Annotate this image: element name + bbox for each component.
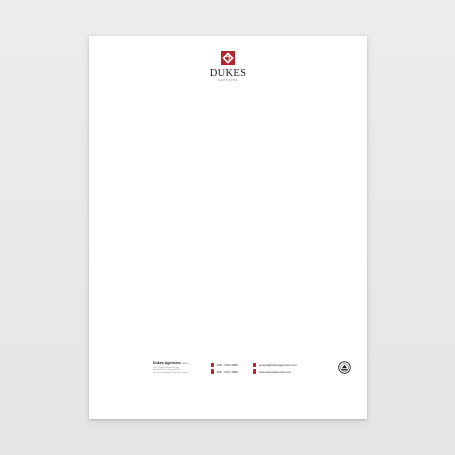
phone-number: 028 - 7033 2589 <box>216 362 238 367</box>
certification-seal-icon <box>338 361 351 374</box>
company-logo: DUKES AGENCIES <box>198 50 258 82</box>
phone-number: 028 - 7021 2589 <box>216 369 238 374</box>
company-block: Dukes AgenciesLIMITED Unit 4 Dukes Busin… <box>153 361 205 375</box>
company-reg: LIMITED <box>181 363 189 365</box>
website-url: www.dukesagencies.com <box>258 369 292 374</box>
address-line: County Londonderry, Northern Ireland <box>153 372 188 375</box>
web-item: general@dukesagencies.com <box>253 362 297 368</box>
phone-item: 028 - 7021 2589 <box>211 369 238 375</box>
web-item: www.dukesagencies.com <box>253 369 297 375</box>
diamond-emblem-icon <box>221 51 235 65</box>
phone-list: 028 - 7033 2589 028 - 7021 2589 <box>211 362 238 376</box>
company-name-text: Dukes Agencies <box>153 361 181 365</box>
web-list: general@dukesagencies.com www.dukesagenc… <box>253 362 297 376</box>
brand-subtitle: AGENCIES <box>217 79 239 82</box>
email-icon <box>253 362 257 367</box>
brand-name: DUKES <box>209 68 247 79</box>
phone-icon <box>211 369 215 374</box>
phone-icon <box>211 362 215 367</box>
letterhead-page: DUKES AGENCIES Dukes AgenciesLIMITED Uni… <box>89 36 367 419</box>
letterhead-footer: Dukes AgenciesLIMITED Unit 4 Dukes Busin… <box>89 361 367 385</box>
globe-icon <box>253 369 257 374</box>
email-address: general@dukesagencies.com <box>258 362 297 367</box>
phone-item: 028 - 7033 2589 <box>211 362 238 368</box>
